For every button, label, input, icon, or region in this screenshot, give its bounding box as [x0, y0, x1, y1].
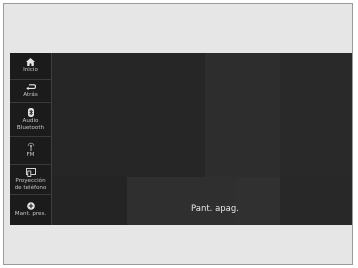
background-tile — [280, 53, 352, 177]
background-tile — [205, 53, 280, 177]
phone-projection-icon — [25, 167, 36, 177]
sidebar-item-label: FM — [26, 152, 35, 159]
background-tile — [280, 177, 352, 225]
radio-antenna-icon — [27, 143, 34, 152]
plus-circle-icon — [26, 202, 35, 211]
back-icon — [25, 83, 36, 90]
background-tile — [127, 177, 235, 225]
sidebar-item-label: Mant. pres. — [14, 211, 47, 218]
sidebar-item-home[interactable]: Inicio — [10, 53, 51, 80]
bluetooth-icon — [27, 107, 34, 117]
background-tile — [52, 53, 205, 177]
background-tile — [235, 177, 280, 225]
screen-off-message: Pant. apag. — [191, 204, 239, 214]
sidebar-item-label: Proyección de teléfono — [14, 177, 47, 191]
home-icon — [26, 58, 35, 67]
sidebar-item-label: Inicio — [23, 67, 38, 74]
sidebar-item-label: Audio Bluetooth — [16, 117, 45, 131]
sidebar-item-back[interactable]: Atrás — [10, 80, 51, 103]
sidebar-item-long-press[interactable]: Mant. pres. — [10, 195, 51, 225]
background-tile — [52, 177, 127, 225]
display-screen[interactable]: Inicio Atrás Audio Bluetooth FM Proyecci… — [10, 53, 352, 225]
sidebar-item-phone-projection[interactable]: Proyección de teléfono — [10, 165, 51, 195]
sidebar-item-fm[interactable]: FM — [10, 137, 51, 165]
sidebar-item-bluetooth-audio[interactable]: Audio Bluetooth — [10, 103, 51, 137]
sidebar: Inicio Atrás Audio Bluetooth FM Proyecci… — [10, 53, 52, 225]
sidebar-item-label: Atrás — [23, 91, 38, 98]
